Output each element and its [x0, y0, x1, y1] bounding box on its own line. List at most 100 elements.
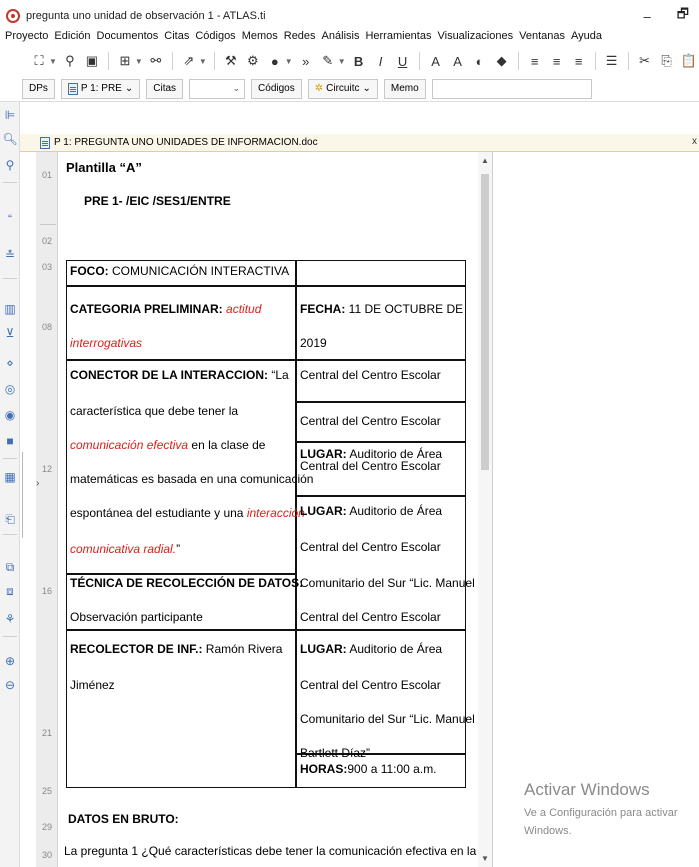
more-icon[interactable]: »: [297, 52, 315, 70]
menu-ayuda[interactable]: Ayuda: [571, 30, 602, 42]
open-document-icon[interactable]: ⇗: [180, 52, 198, 70]
search-icon[interactable]: 🔍︎: [2, 132, 17, 146]
code-filter-icon[interactable]: ⊻: [3, 326, 17, 340]
align-right-icon[interactable]: ≡: [570, 52, 588, 70]
binoculars-icon[interactable]: ⚯: [147, 52, 165, 70]
save-icon[interactable]: ▣: [83, 52, 101, 70]
align-left-icon[interactable]: ≡: [526, 52, 544, 70]
paste-icon[interactable]: 📋: [680, 52, 698, 70]
cut-icon[interactable]: ✂: [636, 52, 654, 70]
zoom-out-icon[interactable]: ⊖: [3, 678, 17, 692]
menu-memos[interactable]: Memos: [242, 30, 278, 42]
margin-area[interactable]: [492, 152, 699, 867]
memo-button[interactable]: Memo: [383, 78, 426, 99]
font-size-icon[interactable]: A: [427, 52, 445, 70]
dps-button[interactable]: DPs: [22, 78, 55, 99]
new-project-icon[interactable]: ⛶: [30, 52, 48, 70]
pen-icon[interactable]: ✎: [319, 52, 337, 70]
lugar-label: LUGAR:: [300, 504, 347, 518]
highlight-icon[interactable]: ◆: [493, 52, 511, 70]
code-tools-icon[interactable]: ⚒: [222, 52, 240, 70]
query-tool-icon[interactable]: ⚙: [244, 52, 262, 70]
line-number: 03: [41, 262, 52, 272]
pregunta-text: La pregunta 1 ¿Qué características debe …: [64, 844, 478, 858]
scroll-down-icon[interactable]: ▼: [481, 854, 489, 863]
memo-field[interactable]: [431, 78, 592, 99]
document-icon: [40, 136, 50, 149]
main-toolbar: ⛶ ▼ ⚲ ▣ ⊞ ▼ ⚯ ⇗ ▼ ⚒ ⚙ ● ▼ » ✎ ▼ B I U A A ◐ ◆…: [0, 46, 699, 76]
menu-proyecto[interactable]: Proyecto: [5, 30, 48, 42]
code-list-icon[interactable]: ≛: [3, 248, 17, 262]
recolector-row: RECOLECTOR DE INF.: Ramón Rivera: [70, 642, 282, 657]
quotation-bracket[interactable]: [22, 452, 36, 538]
minimize-button[interactable]: –: [644, 9, 651, 24]
lugar-value: Auditorio de Área: [346, 642, 443, 656]
menu-citas[interactable]: Citas: [164, 30, 189, 42]
codigos-button[interactable]: Códigos: [251, 78, 302, 99]
code-selector[interactable]: ✲ Circuitc ⌄: [307, 78, 378, 99]
search-icon[interactable]: ⚲: [61, 52, 79, 70]
underline-icon[interactable]: U: [394, 52, 412, 70]
conector-label: CONECTOR DE LA INTERACCION:: [70, 368, 268, 382]
fill-icon[interactable]: ◐: [471, 52, 489, 70]
align-center-icon[interactable]: ≡: [548, 52, 566, 70]
menu-visualizaciones[interactable]: Visualizaciones: [437, 30, 513, 42]
chevron-right-icon[interactable]: ›: [36, 478, 39, 489]
code-orange-icon[interactable]: ◉: [3, 408, 17, 422]
menu-analisis[interactable]: Análisis: [322, 30, 360, 42]
menu-documentos[interactable]: Documentos: [97, 30, 159, 42]
menu-ventanas[interactable]: Ventanas: [519, 30, 565, 42]
network-view-icon[interactable]: ⚘: [3, 612, 17, 626]
menu-redes[interactable]: Redes: [284, 30, 316, 42]
fecha-year: 2019: [300, 336, 327, 350]
foco-value: COMUNICACIÓN INTERACTIVA: [108, 264, 290, 278]
document-tab[interactable]: P 1: PREGUNTA UNO UNIDADES DE INFORMACIO…: [20, 134, 699, 152]
menu-edicion[interactable]: Edición: [54, 30, 90, 42]
zoom-in-icon[interactable]: ⊕: [3, 654, 17, 668]
right-cell-text: Central del Centro Escolar: [300, 610, 441, 624]
window-controls: – 🗗: [644, 6, 689, 26]
line-number: 21: [41, 728, 52, 738]
copy-icon[interactable]: ⎘: [658, 52, 676, 70]
document-selector-label: P 1: PRE: [80, 83, 122, 94]
citas-button[interactable]: Citas: [146, 78, 184, 99]
document-selector[interactable]: P 1: PRE ⌄: [60, 78, 141, 99]
caret-icon[interactable]: ▼: [135, 57, 143, 66]
restore-button[interactable]: 🗗: [677, 5, 689, 27]
menu-herramientas[interactable]: Herramientas: [365, 30, 431, 42]
conector-line: comunicativa radial.”: [70, 542, 180, 557]
caret-icon[interactable]: ▼: [338, 57, 346, 66]
family-2-icon[interactable]: ⧈: [3, 584, 17, 598]
code-color-icon[interactable]: ◎: [3, 382, 17, 396]
bold-icon[interactable]: B: [350, 52, 368, 70]
memo-red-icon[interactable]: ■: [3, 434, 17, 448]
line-number: 12: [41, 464, 52, 474]
close-icon[interactable]: x: [692, 136, 697, 147]
citas-combo[interactable]: ⌄: [189, 78, 246, 99]
caret-icon[interactable]: ▼: [199, 57, 207, 66]
caret-icon[interactable]: ▼: [49, 57, 57, 66]
code-bars-icon[interactable]: ▥: [3, 302, 17, 316]
document-view[interactable]: Plantilla “A” PRE 1- /EIC /SES1/ENTRE FO…: [58, 152, 478, 867]
conector-quote: “La: [268, 368, 289, 382]
scrollbar-thumb[interactable]: [481, 174, 489, 470]
caret-icon[interactable]: ▼: [285, 57, 293, 66]
assign-document-icon[interactable]: ⊞: [116, 52, 134, 70]
font-color-icon[interactable]: A: [449, 52, 467, 70]
menu-codigos[interactable]: Códigos: [195, 30, 235, 42]
network-icon[interactable]: ●: [266, 52, 284, 70]
atlas-logo-icon: [6, 9, 20, 23]
code-merge-icon[interactable]: ⋄: [3, 356, 17, 370]
table-cell: [296, 260, 466, 286]
list-icon[interactable]: ☰: [603, 52, 621, 70]
document-tools-icon[interactable]: ⎗: [3, 512, 17, 526]
quote-icon[interactable]: “: [3, 212, 17, 226]
conector-highlight: comunicación efectiva: [70, 438, 189, 452]
family-icon[interactable]: ⧉: [3, 560, 17, 574]
layout-icon[interactable]: ⊫: [3, 108, 17, 122]
italic-icon[interactable]: I: [372, 52, 390, 70]
find-icon[interactable]: ⚲: [3, 158, 17, 172]
vertical-scrollbar[interactable]: ▲ ▼: [478, 152, 492, 867]
scroll-up-icon[interactable]: ▲: [481, 156, 489, 165]
word-count-icon[interactable]: ▦: [3, 470, 17, 484]
